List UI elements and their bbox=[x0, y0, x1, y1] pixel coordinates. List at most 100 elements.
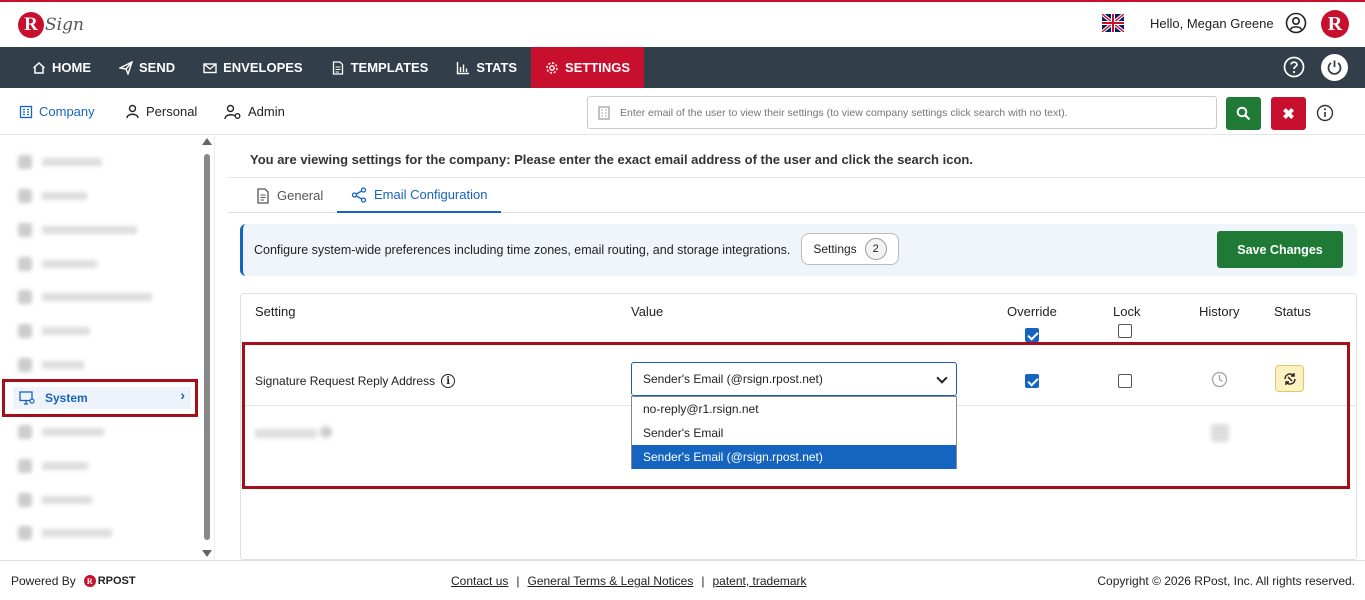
blurred-icon bbox=[18, 459, 32, 473]
stats-icon bbox=[457, 61, 470, 74]
logout-button[interactable] bbox=[1321, 54, 1348, 81]
lock-all-checkbox[interactable] bbox=[1118, 324, 1132, 338]
dropdown-option[interactable]: Sender's Email bbox=[632, 421, 956, 445]
blurred-icon bbox=[18, 155, 32, 169]
settings-count-badge: Settings 2 bbox=[801, 233, 899, 265]
separator: | bbox=[516, 574, 520, 588]
info-icon[interactable]: i bbox=[441, 374, 456, 388]
sidebar-item-blurred[interactable] bbox=[18, 421, 104, 443]
column-header-value: Value bbox=[631, 304, 664, 319]
settings-label: Settings bbox=[813, 242, 857, 256]
nav-send[interactable]: SEND bbox=[105, 47, 189, 88]
tab-email-configuration[interactable]: Email Configuration bbox=[337, 178, 502, 213]
setting-name: Signature Request Reply Address i bbox=[255, 374, 456, 388]
blurred-icon bbox=[18, 526, 32, 540]
sidebar-item-blurred[interactable] bbox=[18, 151, 102, 173]
scope-tab-admin[interactable]: Admin bbox=[224, 88, 285, 135]
send-icon bbox=[119, 60, 133, 75]
override-all-checkbox[interactable] bbox=[1025, 328, 1039, 342]
history-clock-icon[interactable] bbox=[1211, 371, 1228, 388]
blurred-icon bbox=[18, 358, 32, 372]
sidebar-item-blurred[interactable] bbox=[18, 489, 92, 511]
reply-address-select[interactable]: Sender's Email (@rsign.rpost.net) bbox=[631, 362, 957, 396]
override-checkbox[interactable] bbox=[1025, 374, 1039, 388]
blurred-label bbox=[255, 429, 317, 438]
nav-home[interactable]: HOME bbox=[18, 47, 105, 88]
sidebar-item-label: System bbox=[45, 391, 88, 405]
nav-envelopes[interactable]: ENVELOPES bbox=[189, 47, 316, 88]
sidebar-item-blurred[interactable] bbox=[18, 522, 112, 544]
blurred-icon bbox=[18, 257, 32, 271]
chevron-down-icon bbox=[936, 372, 948, 384]
terms-link[interactable]: General Terms & Legal Notices bbox=[528, 574, 694, 588]
tab-general[interactable]: General bbox=[256, 178, 323, 213]
save-changes-button[interactable]: Save Changes bbox=[1217, 231, 1343, 268]
column-header-status: Status bbox=[1274, 304, 1311, 319]
blurred-icon bbox=[18, 324, 32, 338]
info-icon[interactable] bbox=[1316, 104, 1334, 122]
building-icon bbox=[19, 105, 33, 118]
user-search-input[interactable] bbox=[620, 106, 1216, 119]
blurred-history-icon bbox=[1211, 424, 1229, 442]
main-nav: HOME SEND ENVELOPES TEMPLATES STATS SETT… bbox=[0, 47, 1365, 88]
blurred-label bbox=[42, 293, 152, 301]
sidebar-item-blurred[interactable] bbox=[18, 455, 88, 477]
sidebar-item-blurred[interactable] bbox=[18, 185, 87, 207]
blurred-label bbox=[42, 428, 104, 436]
home-icon bbox=[32, 61, 46, 74]
blurred-label bbox=[42, 361, 84, 369]
tab-label: General bbox=[277, 188, 324, 203]
clear-search-button[interactable]: ✖ bbox=[1271, 97, 1306, 130]
column-header-setting: Setting bbox=[255, 304, 296, 319]
blurred-label bbox=[42, 529, 112, 537]
search-icon bbox=[1236, 106, 1251, 121]
nav-settings-label: SETTINGS bbox=[565, 60, 631, 75]
scrollbar-thumb[interactable] bbox=[204, 154, 210, 540]
contact-us-link[interactable]: Contact us bbox=[451, 574, 508, 588]
sidebar-item-blurred[interactable] bbox=[18, 219, 137, 241]
sidebar-item-blurred[interactable] bbox=[18, 286, 152, 308]
settings-main: You are viewing settings for the company… bbox=[227, 136, 1365, 560]
nav-stats[interactable]: STATS bbox=[442, 47, 531, 88]
user-search-field[interactable] bbox=[587, 96, 1217, 129]
rsign-logo[interactable]: R Sign bbox=[18, 9, 84, 41]
patent-link[interactable]: patent, trademark bbox=[712, 574, 806, 588]
scroll-up-arrow-icon[interactable] bbox=[202, 138, 212, 145]
logo-sign-text: Sign bbox=[45, 15, 84, 35]
dropdown-option[interactable]: no-reply@r1.rsign.net bbox=[632, 397, 956, 421]
scope-tab-personal[interactable]: Personal bbox=[125, 88, 197, 135]
brand-r-icon[interactable]: R bbox=[1321, 10, 1349, 38]
monitor-gear-icon bbox=[19, 391, 35, 405]
blurred-icon bbox=[18, 425, 32, 439]
uk-flag-icon[interactable] bbox=[1102, 14, 1124, 32]
rpost-r-icon: R bbox=[83, 575, 96, 587]
nav-settings[interactable]: SETTINGS bbox=[531, 47, 645, 88]
sidebar-item-blurred[interactable] bbox=[18, 320, 90, 342]
user-profile-icon[interactable] bbox=[1285, 12, 1307, 34]
sidebar-item-blurred[interactable] bbox=[18, 354, 84, 376]
settings-count: 2 bbox=[864, 238, 887, 260]
envelope-icon bbox=[203, 62, 217, 73]
search-button[interactable] bbox=[1226, 97, 1261, 130]
rpost-logo[interactable]: R RPOST bbox=[83, 575, 136, 587]
logo-r-icon: R bbox=[18, 12, 44, 38]
chevron-right-icon: › bbox=[180, 387, 185, 403]
help-icon[interactable] bbox=[1283, 56, 1305, 78]
blurred-icon bbox=[18, 290, 32, 304]
lock-checkbox[interactable] bbox=[1118, 374, 1132, 388]
status-badge[interactable] bbox=[1275, 365, 1304, 392]
sidebar-scrollbar[interactable] bbox=[201, 138, 212, 558]
sidebar-item-blurred[interactable] bbox=[18, 253, 97, 275]
settings-tabs: General Email Configuration bbox=[227, 177, 1365, 213]
footer-links: Contact us | General Terms & Legal Notic… bbox=[451, 574, 807, 588]
blurred-label bbox=[42, 327, 90, 335]
blurred-icon bbox=[18, 493, 32, 507]
dropdown-option-selected[interactable]: Sender's Email (@rsign.rpost.net) bbox=[632, 445, 956, 469]
scroll-down-arrow-icon[interactable] bbox=[202, 550, 212, 557]
scope-tab-company[interactable]: Company bbox=[14, 88, 106, 135]
nav-templates[interactable]: TEMPLATES bbox=[317, 47, 443, 88]
column-header-history: History bbox=[1199, 304, 1240, 319]
sidebar-item-system-inner: System bbox=[13, 387, 191, 409]
sidebar-item-system[interactable]: System › bbox=[2, 379, 198, 417]
